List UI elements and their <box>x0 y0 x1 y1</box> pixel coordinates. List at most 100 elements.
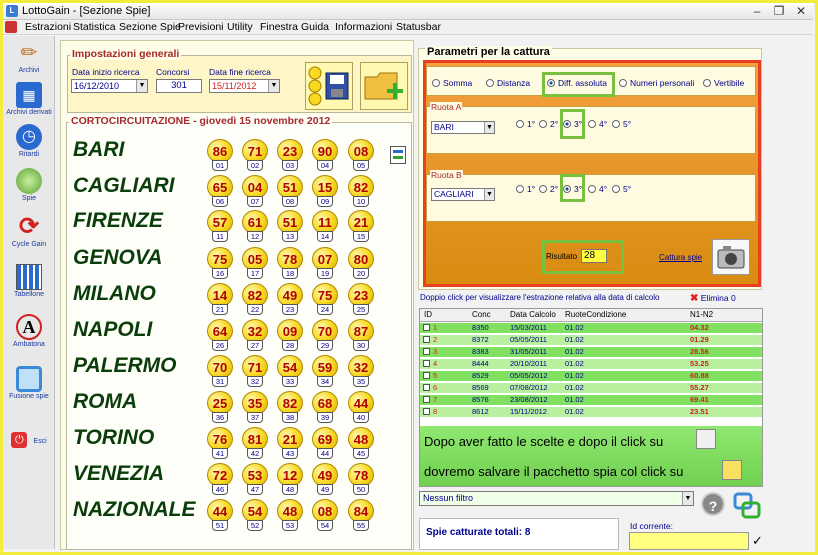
number-bulb[interactable]: 49 23 <box>277 283 303 317</box>
table-row[interactable]: 5 8529 05/05/2012 01.02 60.88 <box>420 371 762 381</box>
menu-previsioni[interactable]: Previsioni <box>178 21 224 33</box>
number-bulb[interactable]: 54 33 <box>277 355 303 389</box>
table-row[interactable]: 4 8444 20/10/2011 01.02 53.25 <box>420 359 762 369</box>
number-bulb[interactable]: 14 21 <box>207 283 233 317</box>
number-bulb[interactable]: 65 06 <box>207 175 233 209</box>
concorsi-field[interactable]: 301 <box>156 79 202 93</box>
radio-numeri-personali[interactable]: Numeri personali <box>619 78 694 88</box>
number-bulb[interactable]: 48 53 <box>277 499 303 533</box>
maximize-button[interactable]: ❐ <box>769 4 789 19</box>
close-button[interactable]: ✕ <box>791 4 811 19</box>
risultato-input[interactable]: 28 <box>581 249 607 263</box>
number-bulb[interactable]: 44 51 <box>207 499 233 533</box>
number-bulb[interactable]: 61 12 <box>242 210 268 244</box>
number-bulb[interactable]: 25 36 <box>207 391 233 425</box>
row-checkbox[interactable] <box>423 384 430 391</box>
number-bulb[interactable]: 49 49 <box>312 463 338 497</box>
data-inizio-picker[interactable]: 16/12/2010 ▼ <box>71 79 148 93</box>
number-bulb[interactable]: 35 37 <box>242 391 268 425</box>
position-radio[interactable]: 4° <box>588 184 607 194</box>
position-radio[interactable]: 1° <box>516 184 535 194</box>
open-folder-add-button[interactable] <box>360 62 408 110</box>
number-bulb[interactable]: 32 27 <box>242 319 268 353</box>
number-bulb[interactable]: 11 14 <box>312 210 338 244</box>
number-bulb[interactable]: 59 34 <box>312 355 338 389</box>
number-bulb[interactable]: 82 22 <box>242 283 268 317</box>
print-icon[interactable] <box>390 146 406 164</box>
radio-somma[interactable]: Somma <box>432 78 472 88</box>
number-bulb[interactable]: 15 09 <box>312 175 338 209</box>
sidebar-item-ambatona[interactable]: A Ambatona <box>3 314 55 348</box>
row-checkbox[interactable] <box>423 336 430 343</box>
row-checkbox[interactable] <box>423 396 430 403</box>
ruota-a-select[interactable]: BARI ▼ <box>431 121 495 134</box>
elimina-button[interactable]: ✖ Elimina 0 <box>690 293 736 304</box>
position-radio[interactable]: 2° <box>539 119 558 129</box>
sidebar-item-ritardi[interactable]: ◷ Ritardi <box>3 124 55 158</box>
number-bulb[interactable]: 70 29 <box>312 319 338 353</box>
number-bulb[interactable]: 57 11 <box>207 210 233 244</box>
filter-select[interactable]: Nessun filtro ▼ <box>419 491 694 506</box>
number-bulb[interactable]: 86 01 <box>207 139 233 173</box>
menu-guida[interactable]: Guida <box>301 21 329 33</box>
column-header[interactable]: Conc <box>472 310 491 319</box>
row-checkbox[interactable] <box>423 408 430 415</box>
help-button[interactable]: ? <box>701 492 725 516</box>
chevron-down-icon[interactable]: ▼ <box>136 80 147 92</box>
number-bulb[interactable]: 08 54 <box>312 499 338 533</box>
number-bulb[interactable]: 75 24 <box>312 283 338 317</box>
number-bulb[interactable]: 70 31 <box>207 355 233 389</box>
row-checkbox[interactable] <box>423 324 430 331</box>
sidebar-item-cycle-gain[interactable]: ⟳ Cycle Gain <box>3 214 55 249</box>
number-bulb[interactable]: 69 44 <box>312 427 338 461</box>
number-bulb[interactable]: 32 35 <box>348 355 374 389</box>
number-bulb[interactable]: 53 47 <box>242 463 268 497</box>
menu-utility[interactable]: Utility <box>227 21 253 33</box>
column-header[interactable]: Data Calcolo <box>510 310 556 319</box>
number-bulb[interactable]: 21 43 <box>277 427 303 461</box>
cattura-spie-button[interactable] <box>712 239 750 275</box>
sidebar-item-spie[interactable]: Spie <box>3 168 55 202</box>
number-bulb[interactable]: 87 30 <box>348 319 374 353</box>
number-bulb[interactable]: 90 04 <box>312 139 338 173</box>
number-bulb[interactable]: 51 08 <box>277 175 303 209</box>
menu-sezione-spie[interactable]: Sezione Spie <box>119 21 181 33</box>
menu-informazioni[interactable]: Informazioni <box>335 21 392 33</box>
number-bulb[interactable]: 44 40 <box>348 391 374 425</box>
number-bulb[interactable]: 82 38 <box>277 391 303 425</box>
table-row[interactable]: 2 8372 05/05/2011 01.02 01.29 <box>420 335 762 345</box>
row-checkbox[interactable] <box>423 360 430 367</box>
position-radio[interactable]: 5° <box>612 184 631 194</box>
chevron-down-icon[interactable]: ▼ <box>682 492 693 505</box>
spie-table[interactable]: ID Conc Data Calcolo RuoteCondizione N1-… <box>419 308 763 487</box>
confirm-check-icon[interactable]: ✓ <box>752 533 763 549</box>
radio-vertibile[interactable]: Vertibile <box>703 78 744 88</box>
number-bulb[interactable]: 71 32 <box>242 355 268 389</box>
sidebar-item-archivi[interactable]: ✏ Archivi <box>3 40 55 74</box>
sidebar-item-fusione-spie[interactable]: Fusione spie <box>3 366 55 400</box>
data-fine-picker[interactable]: 15/11/2012 ▼ <box>209 79 280 93</box>
number-bulb[interactable]: 80 20 <box>348 247 374 281</box>
number-bulb[interactable]: 72 46 <box>207 463 233 497</box>
number-bulb[interactable]: 23 25 <box>348 283 374 317</box>
number-bulb[interactable]: 54 52 <box>242 499 268 533</box>
position-radio[interactable]: 4° <box>588 119 607 129</box>
chevron-down-icon[interactable]: ▼ <box>268 80 279 92</box>
save-spy-button[interactable] <box>305 62 353 110</box>
sidebar-item-archivi-derivati[interactable]: ▦ Archivi derivati <box>3 82 55 116</box>
column-header[interactable]: RuoteCondizione <box>565 310 626 319</box>
chevron-down-icon[interactable]: ▼ <box>484 122 494 133</box>
sidebar-item-tabellone[interactable]: Tabellone <box>3 264 55 298</box>
number-bulb[interactable]: 09 28 <box>277 319 303 353</box>
number-bulb[interactable]: 78 18 <box>277 247 303 281</box>
number-bulb[interactable]: 48 45 <box>348 427 374 461</box>
number-bulb[interactable]: 04 07 <box>242 175 268 209</box>
column-header[interactable]: ID <box>424 310 432 319</box>
number-bulb[interactable]: 68 39 <box>312 391 338 425</box>
menu-estrazioni[interactable]: Estrazioni <box>25 21 71 33</box>
radio-distanza[interactable]: Distanza <box>486 78 530 88</box>
table-row[interactable]: 6 8569 07/08/2012 01.02 55.27 <box>420 383 762 393</box>
number-bulb[interactable]: 82 10 <box>348 175 374 209</box>
position-radio[interactable]: 5° <box>612 119 631 129</box>
number-bulb[interactable]: 78 50 <box>348 463 374 497</box>
